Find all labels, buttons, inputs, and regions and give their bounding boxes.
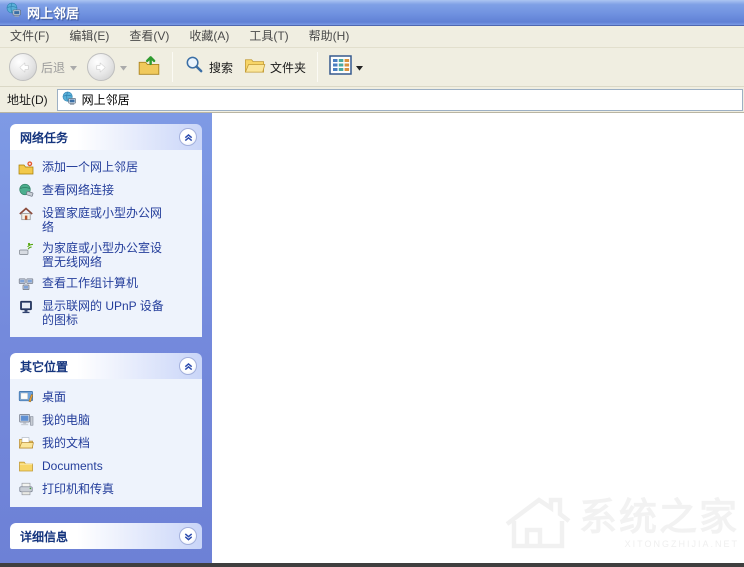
collapse-chevron-icon[interactable]	[179, 357, 197, 375]
task-show-upnp-devices[interactable]: 显示联网的 UPnP 设备的图标	[18, 299, 196, 327]
back-button[interactable]: 后退	[5, 51, 81, 83]
up-button[interactable]	[133, 51, 165, 84]
views-icon	[329, 55, 352, 80]
upnp-device-icon	[18, 299, 34, 315]
folder-icon	[18, 458, 34, 474]
menu-edit[interactable]: 编辑(E)	[59, 26, 119, 47]
task-setup-wireless-network[interactable]: 为家庭或小型办公室设置无线网络	[18, 241, 196, 269]
details-header[interactable]: 详细信息	[10, 523, 202, 549]
main-area: 网络任务 添加一个网上邻居	[0, 113, 744, 563]
folders-icon	[243, 54, 266, 80]
place-label: 桌面	[42, 389, 66, 405]
views-button[interactable]	[325, 53, 367, 82]
network-tasks-header[interactable]: 网络任务	[10, 124, 202, 150]
menu-view[interactable]: 查看(V)	[119, 26, 179, 47]
task-setup-home-network[interactable]: 设置家庭或小型办公网络	[18, 206, 196, 234]
back-icon	[9, 53, 37, 81]
toolbar-separator	[317, 52, 318, 82]
menu-favorites[interactable]: 收藏(A)	[179, 26, 239, 47]
explorer-window: 网上邻居 文件(F) 编辑(E) 查看(V) 收藏(A) 工具(T) 帮助(H)…	[0, 0, 744, 567]
folders-label: 文件夹	[270, 59, 306, 76]
menu-bar: 文件(F) 编辑(E) 查看(V) 收藏(A) 工具(T) 帮助(H)	[0, 26, 744, 48]
up-folder-icon	[137, 53, 161, 82]
forward-dropdown-icon[interactable]	[120, 58, 127, 76]
network-tasks-body: 添加一个网上邻居 查看网络连接	[10, 150, 202, 337]
task-view-network-connections[interactable]: 查看网络连接	[18, 183, 196, 199]
place-label: 我的电脑	[42, 412, 90, 428]
address-label: 地址(D)	[7, 91, 48, 108]
place-desktop[interactable]: 桌面	[18, 389, 196, 405]
place-label: 打印机和传真	[42, 481, 114, 497]
place-my-documents[interactable]: 我的文档	[18, 435, 196, 451]
window-bottom-edge	[0, 563, 744, 567]
search-button[interactable]: 搜索	[180, 52, 237, 82]
watermark: 系统之家 XITONGZHIJIA.NET	[499, 490, 739, 557]
place-printers-faxes[interactable]: 打印机和传真	[18, 481, 196, 497]
search-label: 搜索	[209, 59, 233, 76]
address-value: 网上邻居	[82, 91, 130, 108]
forward-button[interactable]	[83, 51, 131, 83]
task-add-network-place[interactable]: 添加一个网上邻居	[18, 160, 196, 176]
panel-title: 详细信息	[20, 528, 179, 545]
task-label: 查看网络连接	[42, 183, 114, 197]
home-network-icon	[18, 206, 34, 222]
watermark-subtitle: XITONGZHIJIA.NET	[625, 539, 739, 549]
menu-file[interactable]: 文件(F)	[0, 26, 59, 47]
network-tasks-panel: 网络任务 添加一个网上邻居	[10, 124, 202, 337]
task-label: 为家庭或小型办公室设置无线网络	[42, 241, 170, 269]
desktop-icon	[18, 389, 34, 405]
workgroup-computers-icon	[18, 276, 34, 292]
address-bar: 地址(D) 网上邻居	[0, 87, 744, 113]
printers-icon	[18, 481, 34, 497]
menu-help[interactable]: 帮助(H)	[299, 26, 360, 47]
forward-icon	[87, 53, 115, 81]
views-dropdown-icon[interactable]	[356, 58, 363, 76]
folder-view[interactable]: 系统之家 XITONGZHIJIA.NET	[212, 113, 744, 563]
window-title: 网上邻居	[27, 3, 79, 22]
toolbar-separator	[172, 52, 173, 82]
my-computer-icon	[18, 412, 34, 428]
address-combo[interactable]: 网上邻居	[57, 89, 743, 111]
title-bar: 网上邻居	[0, 0, 744, 26]
standard-toolbar: 后退	[0, 48, 744, 87]
menu-tools[interactable]: 工具(T)	[239, 26, 298, 47]
other-places-header[interactable]: 其它位置	[10, 353, 202, 379]
collapse-chevron-icon[interactable]	[179, 128, 197, 146]
network-connections-icon	[18, 183, 34, 199]
place-label: 我的文档	[42, 435, 90, 451]
expand-chevron-icon[interactable]	[179, 527, 197, 545]
place-my-computer[interactable]: 我的电脑	[18, 412, 196, 428]
task-label: 添加一个网上邻居	[42, 160, 138, 174]
other-places-body: 桌面 我的电脑	[10, 379, 202, 507]
back-label: 后退	[41, 59, 65, 76]
task-label: 查看工作组计算机	[42, 276, 138, 290]
network-places-icon	[62, 91, 77, 109]
place-documents-folder[interactable]: Documents	[18, 458, 196, 474]
watermark-title: 系统之家	[579, 499, 739, 537]
other-places-panel: 其它位置 桌面	[10, 353, 202, 507]
task-label: 设置家庭或小型办公网络	[42, 206, 170, 234]
task-view-workgroup-computers[interactable]: 查看工作组计算机	[18, 276, 196, 292]
network-places-icon[interactable]	[6, 2, 22, 23]
back-dropdown-icon[interactable]	[70, 58, 77, 76]
task-label: 显示联网的 UPnP 设备的图标	[42, 299, 170, 327]
panel-title: 网络任务	[20, 129, 179, 146]
place-label: Documents	[42, 458, 103, 474]
house-logo	[499, 490, 577, 557]
my-documents-icon	[18, 435, 34, 451]
details-panel: 详细信息	[10, 523, 202, 549]
panel-title: 其它位置	[20, 358, 179, 375]
search-icon	[184, 54, 205, 80]
add-network-place-icon	[18, 160, 34, 176]
task-pane-sidebar: 网络任务 添加一个网上邻居	[0, 113, 212, 563]
folders-button[interactable]: 文件夹	[239, 52, 310, 82]
wireless-network-icon	[18, 241, 34, 257]
